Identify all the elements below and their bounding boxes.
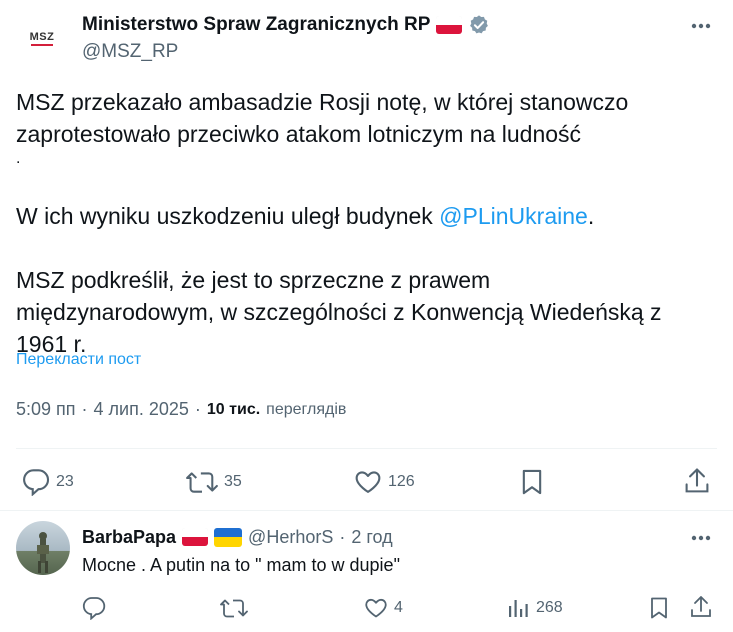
reply-author-handle[interactable]: @HerhorS [248, 527, 333, 548]
reply-button[interactable] [82, 596, 106, 620]
ukraine-flag-icon [214, 527, 243, 547]
ukraine-flag-icon [587, 126, 615, 145]
post-text-line: MSZ przekazało ambasadzie Rosji notę, w … [16, 89, 629, 115]
post-paragraph-3: MSZ podkreślił, że jest to sprzeczne z p… [16, 264, 721, 360]
heart-icon [364, 596, 388, 620]
share-icon[interactable] [683, 466, 711, 496]
post-text-tail: . [587, 203, 595, 229]
post-text-line: MSZ podkreślił, że jest to sprzeczne z p… [16, 267, 491, 293]
like-button[interactable]: 126 [354, 468, 415, 496]
bookmark-icon[interactable] [648, 596, 670, 620]
repost-icon [186, 468, 218, 496]
repost-button[interactable]: 35 [186, 468, 242, 496]
post-meta: 5:09 пп · 4 лип. 2025 · 10 тис. перегляд… [16, 399, 346, 420]
like-button[interactable]: 4 [364, 596, 403, 620]
reply-icon [22, 468, 50, 496]
reply-text: Mocne . A putin na to " mam to w dupie" [82, 555, 400, 575]
repost-button[interactable] [220, 596, 248, 620]
post-author-handle[interactable]: @MSZ_RP [82, 41, 178, 63]
verified-badge-icon [468, 14, 490, 36]
post-paragraph-2: W ich wyniku uszkodzeniu uległ budynek @… [16, 200, 721, 232]
post-text-line: zaprotestowało przeciwko atakom lotniczy… [16, 121, 582, 147]
meta-separator: · [339, 526, 346, 547]
bookmark-icon[interactable] [519, 468, 545, 496]
heart-icon [354, 468, 382, 496]
views-label: переглядів [266, 400, 347, 418]
repost-count: 35 [224, 473, 242, 490]
post-time[interactable]: 5:09 пп [16, 399, 76, 420]
analytics-icon [506, 596, 530, 620]
reply-author-name[interactable]: BarbaPapa [82, 527, 176, 548]
divider [0, 510, 733, 511]
post-body: MSZ przekazało ambasadzie Rosji notę, w … [16, 86, 721, 360]
poland-flag-icon [436, 16, 463, 34]
reply-time[interactable]: 2 год [351, 527, 392, 548]
post-avatar[interactable]: MSZ [16, 12, 68, 64]
post-author-name[interactable]: Ministerstwo Spraw Zagranicznych RP [82, 14, 430, 36]
meta-separator: · [81, 399, 88, 419]
avatar-logo-text: MSZ [29, 30, 55, 43]
post-text-tail: . [16, 150, 21, 167]
avatar-logo-stripe [30, 43, 53, 46]
share-icon[interactable] [689, 594, 713, 620]
views-button[interactable]: 268 [506, 596, 563, 620]
repost-icon [220, 599, 248, 618]
reply-button[interactable]: 23 [22, 468, 74, 496]
views-count: 10 тис. [206, 400, 261, 418]
meta-separator: · [194, 399, 201, 419]
post-date[interactable]: 4 лип. 2025 [94, 399, 189, 420]
mention-link[interactable]: @PLinUkraine [439, 203, 588, 229]
like-count: 4 [394, 599, 403, 616]
translate-post-link[interactable]: Перекласти пост [16, 351, 141, 369]
reply-avatar[interactable] [16, 521, 70, 575]
divider [16, 448, 717, 449]
more-dots-icon[interactable] [688, 528, 714, 548]
reply-icon [82, 597, 106, 620]
poland-flag-icon [182, 528, 209, 546]
post-paragraph-1: MSZ przekazało ambasadzie Rosji notę, w … [16, 86, 721, 150]
post-text-line: międzynarodowym, w szczególności z Konwe… [16, 299, 662, 325]
like-count: 126 [388, 473, 415, 490]
views-count: 268 [536, 599, 563, 616]
post-text-line: W ich wyniku uszkodzeniu uległ budynek [16, 203, 440, 229]
more-dots-icon[interactable] [688, 16, 714, 36]
reply-count: 23 [56, 473, 74, 490]
